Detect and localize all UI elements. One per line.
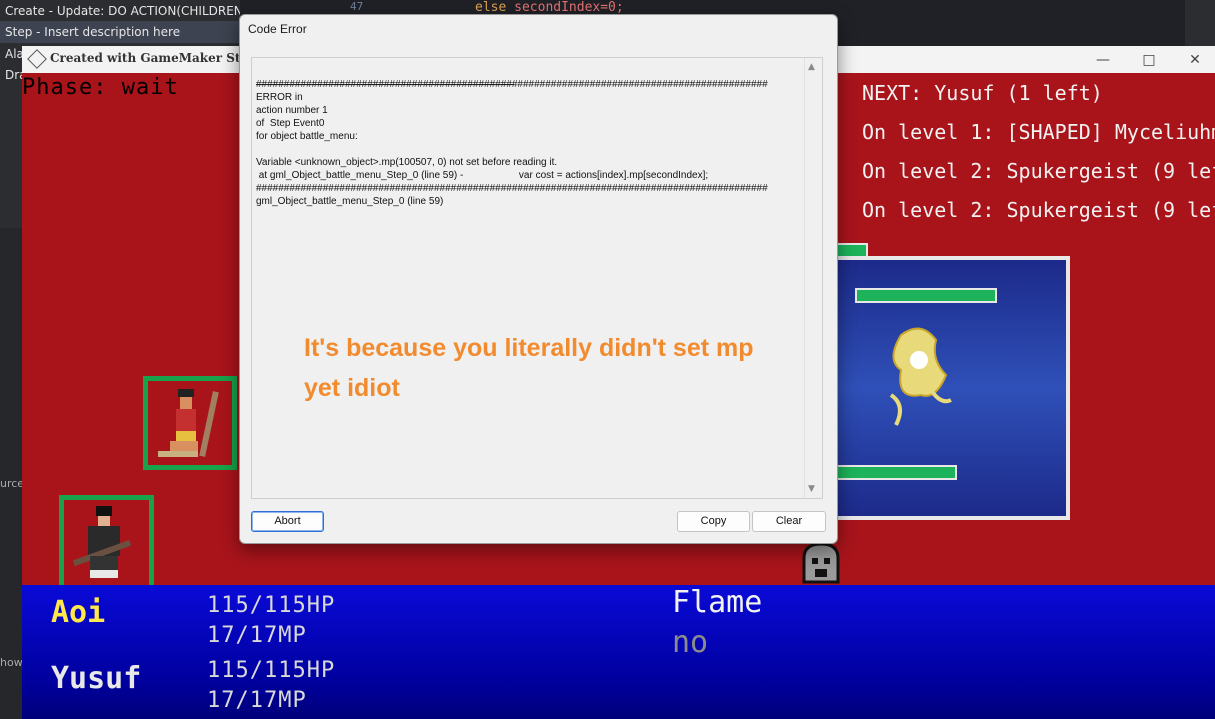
party-member-mp: 17/17MP xyxy=(207,688,307,713)
turn-info-level: On level 2: Spukergeist (9 left xyxy=(862,159,1215,183)
enemy-sprite xyxy=(889,327,952,426)
scroll-up-icon[interactable]: ▲ xyxy=(808,62,815,72)
character-sprite xyxy=(158,389,219,457)
portrait-aoi[interactable] xyxy=(143,376,237,470)
party-member-mp: 17/17MP xyxy=(207,623,307,648)
gamemaker-logo-icon xyxy=(27,49,47,69)
ide-lower-panel xyxy=(0,228,22,719)
party-member-hp: 115/115HP xyxy=(207,658,336,683)
text-scrollbar[interactable]: ▲ ▼ xyxy=(804,58,822,498)
party-status-panel: Aoi 115/115HP 17/17MP Yusuf 115/115HP 17… xyxy=(22,585,1215,719)
abort-button[interactable]: Abort xyxy=(251,511,324,532)
portrait-yusuf[interactable] xyxy=(59,495,154,590)
enemy-hp-bar xyxy=(823,465,957,480)
error-text-area[interactable]: ########################################… xyxy=(251,57,823,499)
enemy-hp-bar xyxy=(855,288,997,303)
error-message: ########################################… xyxy=(256,79,768,207)
event-item-create[interactable]: Create - Update: DO ACTION(CHILDREN xyxy=(0,0,240,22)
party-member-name: Aoi xyxy=(51,595,106,630)
code-statement: secondIndex=0; xyxy=(506,0,624,15)
annotation-text: It's because you literally didn't set mp… xyxy=(304,334,754,402)
code-error-dialog: Code Error #############################… xyxy=(239,14,838,544)
enemy-panel xyxy=(823,256,1070,520)
maximize-icon[interactable]: □ xyxy=(1129,49,1169,71)
ide-cut-label: how xyxy=(0,656,23,669)
skill-status: no xyxy=(672,625,709,660)
ide-cut-label: urce xyxy=(0,477,25,490)
phase-label: Phase: wait xyxy=(22,75,179,100)
event-item-step[interactable]: Step - Insert description here xyxy=(0,21,240,43)
party-member-name: Yusuf xyxy=(51,661,142,696)
turn-info-next: NEXT: Yusuf (1 left) xyxy=(862,81,1103,105)
turn-info-level: On level 2: Spukergeist (9 left xyxy=(862,198,1215,222)
party-member-hp: 115/115HP xyxy=(207,593,336,618)
copy-button[interactable]: Copy xyxy=(677,511,750,532)
code-keyword: else xyxy=(475,0,507,15)
character-sprite xyxy=(72,506,132,578)
code-line: else secondIndex=0; xyxy=(475,0,624,15)
skill-name[interactable]: Flame xyxy=(672,585,762,620)
dialog-title: Code Error xyxy=(248,22,307,36)
minimize-icon[interactable]: — xyxy=(1083,49,1123,71)
close-icon[interactable]: ✕ xyxy=(1175,49,1215,71)
clear-button[interactable]: Clear xyxy=(752,511,826,532)
turn-info-level: On level 1: [SHAPED] Myceliuhme xyxy=(862,120,1215,144)
ghost-sprite xyxy=(802,542,840,584)
editor-scrollbar[interactable] xyxy=(1185,0,1215,46)
scroll-down-icon[interactable]: ▼ xyxy=(808,484,815,494)
